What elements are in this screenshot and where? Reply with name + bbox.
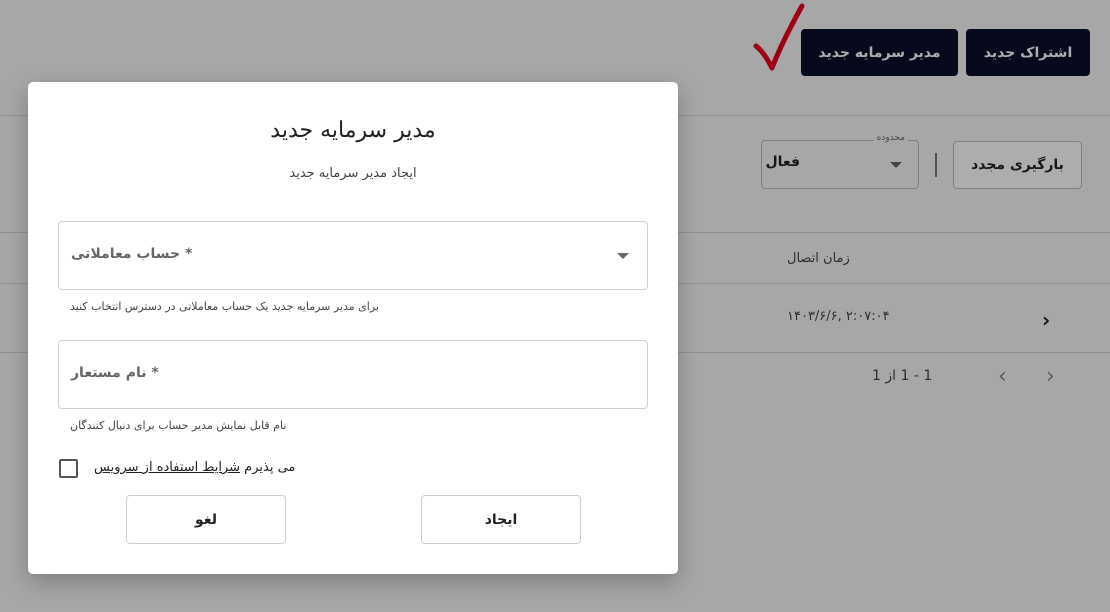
trading-account-helper: برای مدیر سرمایه جدید یک حساب معاملاتی د…	[70, 300, 379, 313]
trading-account-select[interactable]: * حساب معاملاتی	[58, 221, 648, 290]
alias-input[interactable]: * نام مستعار	[58, 340, 648, 409]
cancel-button[interactable]: لغو	[126, 495, 286, 544]
new-manager-dialog: مدیر سرمایه جدید ایجاد مدیر سرمایه جدید …	[28, 82, 678, 574]
alias-label: * نام مستعار	[71, 365, 159, 381]
dialog-title: مدیر سرمایه جدید	[270, 118, 436, 143]
terms-text: می پذیرم شرایط استفاده از سرویس	[94, 460, 295, 475]
terms-prefix: می پذیرم	[240, 460, 296, 475]
trading-account-label: * حساب معاملاتی	[71, 246, 193, 262]
alias-helper: نام قابل نمایش مدیر حساب برای دنبال کنند…	[70, 419, 287, 432]
create-button[interactable]: ایجاد	[421, 495, 581, 544]
terms-checkbox[interactable]	[59, 459, 78, 478]
terms-link[interactable]: شرایط استفاده از سرویس	[94, 460, 240, 475]
dropdown-arrow-icon	[617, 253, 629, 259]
dialog-subtitle: ایجاد مدیر سرمایه جدید	[289, 166, 417, 181]
